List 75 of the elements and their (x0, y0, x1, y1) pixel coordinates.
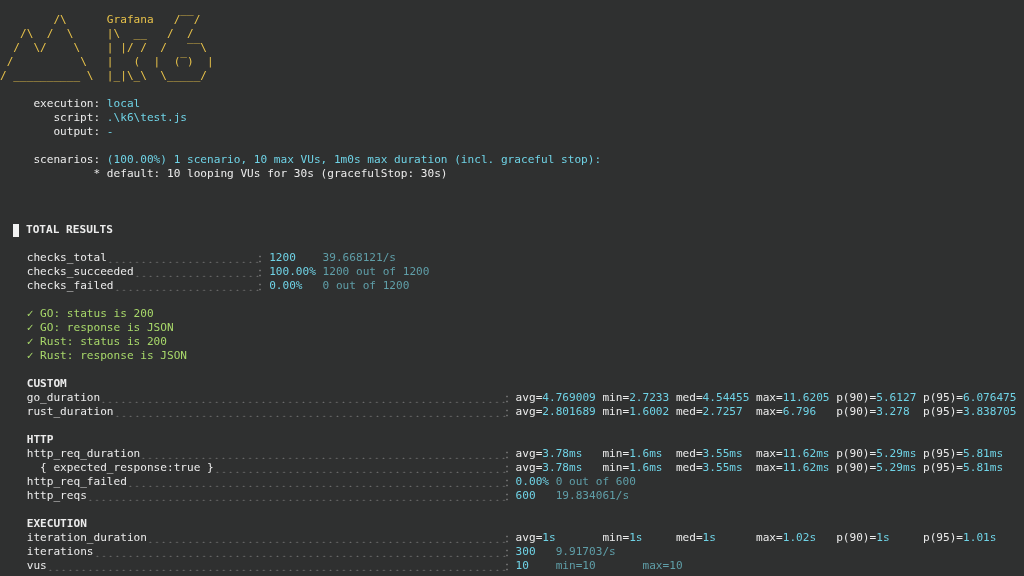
info-line: script: .\k6\test.js (52, 111, 187, 125)
metric-name: rust_duration (26, 405, 114, 419)
stat-reading: max=1.02s (756, 531, 818, 545)
stat-reading: p(90)=5.6127 (836, 391, 918, 405)
metric-value: 0.00% (515, 475, 550, 489)
metric-name: iteration_duration (26, 531, 147, 545)
info-line: scenarios: (100.00%) 1 scenario, 10 max VUs, 1m0s max duration (incl. graceful stop): (32, 153, 602, 167)
stat-reading: avg=1s (515, 531, 557, 545)
stat-reading: avg=3.78ms (515, 461, 584, 475)
metric-value: 1200 (269, 251, 297, 265)
scenario-detail: * default: 10 looping VUs for 30s (gracefulStop: 30s) (93, 167, 448, 181)
info-line: output: - (52, 125, 114, 139)
metric-detail: 39.668121/s (322, 251, 397, 265)
metric-value: 0.00% (269, 279, 304, 293)
stat-reading: med=3.55ms (675, 461, 744, 475)
check-result: ✓ Rust: response is JSON (26, 349, 187, 363)
stat-reading: p(95)=5.81ms (922, 461, 1004, 475)
metric-detail: min=10 max=10 (555, 559, 683, 573)
check-result: ✓ Rust: status is 200 (26, 335, 167, 349)
metric-name: go_duration (26, 391, 101, 405)
metric-name: checks_failed (26, 279, 114, 293)
metric-value: 300 (515, 545, 537, 559)
results-title: TOTAL RESULTS (26, 223, 113, 237)
metric-name: vus (26, 559, 47, 573)
metric-value: 100.00% (269, 265, 317, 279)
metric-name: http_req_failed (26, 475, 127, 489)
metric-value: 10 (515, 559, 530, 573)
stat-reading: max=11.62ms (756, 461, 831, 475)
stat-reading: min=1.6002 (602, 405, 671, 419)
metric-name: { expected_response:true } (40, 461, 214, 475)
stat-reading: med=4.54455 (675, 391, 751, 405)
metric-name: http_req_duration (26, 447, 141, 461)
info-line: execution: local (32, 97, 141, 111)
metric-detail: 0 out of 1200 (322, 279, 410, 293)
check-result: ✓ GO: status is 200 (26, 307, 154, 321)
stat-reading: p(90)=5.29ms (836, 461, 918, 475)
stat-reading: max=6.796 (756, 405, 818, 419)
stat-reading: med=1s (675, 531, 717, 545)
stat-reading: avg=2.801689 (515, 405, 597, 419)
metric-detail: 1200 out of 1200 (322, 265, 430, 279)
stat-reading: avg=4.769009 (515, 391, 597, 405)
stat-reading: p(95)=6.076475 (922, 391, 1017, 405)
metric-detail: 9.91703/s (555, 545, 616, 559)
metric-name: checks_total (26, 251, 107, 265)
metric-value: 600 (515, 489, 537, 503)
stat-reading: max=11.6205 (756, 391, 831, 405)
stat-reading: p(95)=1.01s (922, 531, 997, 545)
metric-name: checks_succeeded (26, 265, 134, 279)
ascii-logo-line: /\ Grafana /‾‾/ (52, 13, 201, 27)
ascii-logo-line: /\ / \ |\ __ / / (19, 27, 194, 41)
stat-reading: med=3.55ms (675, 447, 744, 461)
group-title: CUSTOM (26, 377, 67, 391)
stat-reading: min=1s (602, 531, 644, 545)
stat-reading: min=2.7233 (602, 391, 671, 405)
group-title: HTTP (26, 433, 54, 447)
group-title: EXECUTION (26, 517, 87, 531)
metric-name: iterations (26, 545, 94, 559)
stat-reading: max=11.62ms (756, 447, 831, 461)
stat-reading: p(90)=3.278 (836, 405, 911, 419)
ascii-logo-line: / \/ \ | |/ / / ‾‾\ (12, 41, 208, 55)
stat-reading: p(95)=3.838705 (922, 405, 1017, 419)
stat-reading: p(90)=5.29ms (836, 447, 918, 461)
ascii-logo-line: / __________ \ |_|\_\ \_____/ (0, 69, 208, 83)
stat-reading: p(95)=5.81ms (922, 447, 1004, 461)
metric-detail: 19.834061/s (555, 489, 630, 503)
check-result: ✓ GO: response is JSON (26, 321, 174, 335)
metric-name: http_reqs (26, 489, 87, 503)
stat-reading: avg=3.78ms (515, 447, 584, 461)
stat-reading: min=1.6ms (602, 461, 664, 475)
stat-reading: min=1.6ms (602, 447, 664, 461)
stat-reading: med=2.7257 (675, 405, 744, 419)
section-marker-icon (13, 223, 20, 237)
ascii-logo-line: / \ | ( | (‾) | (5, 55, 214, 69)
stat-reading: p(90)=1s (836, 531, 891, 545)
metric-detail: 0 out of 600 (555, 475, 636, 489)
